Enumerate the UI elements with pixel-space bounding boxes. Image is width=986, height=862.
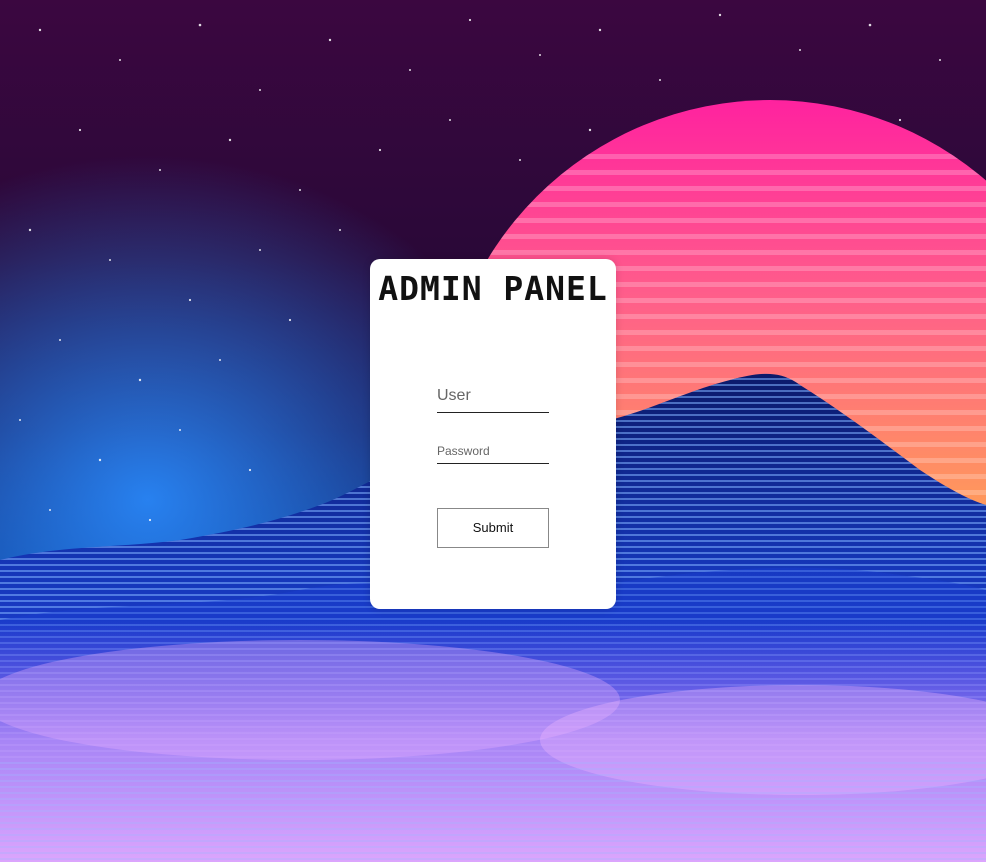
user-placeholder: User [437, 387, 471, 404]
page-title: ADMIN PANEL [378, 269, 608, 308]
password-placeholder: Password [437, 444, 490, 458]
submit-button[interactable]: Submit [437, 508, 549, 548]
password-input[interactable]: Password [437, 443, 549, 464]
login-card: ADMIN PANEL User Password Submit [370, 259, 616, 609]
login-screen: ADMIN PANEL User Password Submit [0, 0, 986, 862]
user-input[interactable]: User [437, 385, 549, 413]
